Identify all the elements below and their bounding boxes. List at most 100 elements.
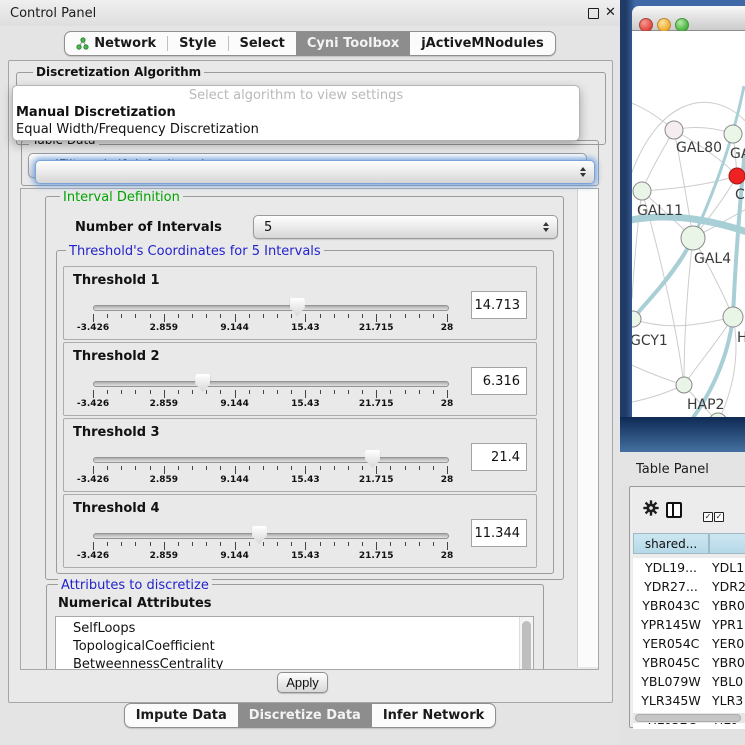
table-row[interactable]: YBR045CYBR0	[633, 653, 745, 672]
network-edge[interactable]	[642, 176, 737, 191]
slider-tick	[178, 390, 179, 394]
table-row[interactable]: YPR145WYPR1	[633, 615, 745, 634]
network-node-red-node[interactable]	[729, 168, 745, 184]
threshold-2-slider-track[interactable]	[93, 381, 449, 387]
network-node-label: GA	[730, 146, 745, 162]
slider-tick	[334, 542, 335, 546]
slider-tick	[263, 390, 264, 394]
select-columns-icons[interactable]: ✓✓	[703, 504, 725, 523]
network-node-GA-partial[interactable]	[724, 125, 742, 143]
interval-definition-title: Interval Definition	[60, 190, 183, 205]
control-panel-titlebar: Control Panel ✕	[0, 0, 620, 26]
scrollbar-thumb[interactable]	[635, 714, 741, 722]
slider-tick	[433, 390, 434, 394]
table-row[interactable]: YLR345WYLR3	[633, 691, 745, 710]
network-node-GAL4[interactable]	[681, 226, 705, 250]
slider-tick	[320, 390, 321, 394]
slider-tick	[291, 390, 292, 394]
network-node-bottom-node[interactable]	[709, 413, 727, 417]
cell-name: YDL1	[712, 558, 745, 577]
network-node-label: C	[735, 187, 745, 203]
list-scrollbar[interactable]	[519, 617, 533, 670]
control-panel: Control Panel ✕ Network Style Select Cyn…	[0, 0, 620, 745]
algorithm-combobox[interactable]	[35, 160, 595, 184]
network-node-GAL80[interactable]	[665, 121, 683, 139]
slider-tick	[164, 390, 165, 398]
column-header-shared-name[interactable]: shared...	[633, 533, 709, 554]
threshold-4-value-field[interactable]: 11.344	[471, 519, 527, 547]
tab-style[interactable]: Style	[168, 32, 227, 55]
slider-ticks	[93, 390, 448, 399]
settings-scrollbar[interactable]	[577, 189, 599, 667]
threshold-3-value-field[interactable]: 21.4	[471, 443, 527, 471]
table-row[interactable]: YBR043CYBR0	[633, 596, 745, 615]
network-canvas[interactable]: GAL80GACGAL11GAL4GCY1HHAP2	[632, 31, 745, 417]
network-node-label: GAL4	[694, 251, 731, 267]
slider-tick	[93, 314, 94, 322]
dropdown-option-manual-discretization[interactable]: Manual Discretization	[13, 105, 579, 122]
threshold-1-slider-track[interactable]	[93, 305, 449, 311]
number-of-intervals-combobox[interactable]: 5	[253, 215, 558, 239]
table-row[interactable]: YBL079WYBL0	[633, 672, 745, 691]
tab-jactivemnodules[interactable]: jActiveMNodules	[410, 32, 555, 55]
slider-tick	[277, 390, 278, 394]
slider-tick	[305, 314, 306, 322]
dropdown-option-equal-width-frequency[interactable]: Equal Width/Frequency Discretization	[13, 122, 579, 139]
apply-button[interactable]: Apply	[277, 672, 328, 693]
slider-tick	[220, 314, 221, 318]
threshold-2-value-field[interactable]: 6.316	[471, 367, 527, 395]
threshold-3-slider-track[interactable]	[93, 457, 449, 463]
slider-tick	[206, 314, 207, 318]
tab-network[interactable]: Network	[65, 32, 167, 55]
network-node-GAL11[interactable]	[633, 182, 651, 200]
show-columns-icon[interactable]	[666, 502, 682, 518]
threshold-2-label: Threshold 2	[73, 349, 160, 364]
slider-tick	[334, 314, 335, 318]
threshold-1-value-field[interactable]: 14.713	[471, 291, 527, 319]
list-item[interactable]: SelfLoops	[56, 617, 533, 638]
tab-select[interactable]: Select	[229, 32, 296, 55]
close-traffic-light-icon[interactable]	[639, 18, 653, 32]
threshold-4-slider-track[interactable]	[93, 533, 449, 539]
cell-shared-name: YBR045C	[633, 653, 709, 672]
slider-ticks	[93, 466, 448, 475]
gear-icon[interactable]	[642, 499, 660, 517]
tab-infer-network[interactable]: Infer Network	[372, 704, 495, 727]
table-row[interactable]: YDR27...YDR2	[633, 577, 745, 596]
network-edge[interactable]	[684, 238, 693, 385]
tab-cyni-toolbox[interactable]: Cyni Toolbox	[296, 32, 410, 55]
slider-tick-label: 28	[417, 551, 477, 561]
table-row[interactable]: YER054CYER0	[633, 634, 745, 653]
float-window-icon[interactable]	[588, 8, 599, 19]
tab-discretize-data[interactable]: Discretize Data	[238, 704, 372, 727]
slider-tick	[305, 542, 306, 550]
slider-tick	[93, 390, 94, 398]
close-icon[interactable]: ✕	[605, 5, 616, 20]
slider-tick	[121, 314, 122, 318]
table-horizontal-scrollbar[interactable]	[633, 713, 745, 723]
list-item[interactable]: TopologicalCoefficient	[56, 638, 533, 656]
slider-tick	[419, 466, 420, 470]
list-item[interactable]: BetweennessCentrality	[56, 656, 533, 670]
attributes-group-title: Attributes to discretize	[58, 578, 212, 593]
threshold-3-box: Threshold 3 -3.4262.8599.14415.4321.7152…	[63, 418, 537, 492]
network-edge[interactable]	[633, 317, 733, 326]
network-node-H-partial[interactable]	[723, 307, 743, 327]
network-edge[interactable]	[693, 238, 733, 317]
slider-tick	[419, 542, 420, 546]
column-header-name[interactable]: n	[709, 533, 745, 554]
top-tab-bar: Network Style Select Cyni Toolbox jActiv…	[0, 31, 620, 56]
minimize-traffic-light-icon[interactable]	[657, 18, 671, 32]
bottom-tab-bar: Impute Data Discretize Data Infer Networ…	[0, 703, 620, 728]
cell-shared-name: YER054C	[633, 634, 709, 653]
slider-tick	[178, 542, 179, 546]
network-edge-highlighted[interactable]	[633, 238, 693, 319]
table-row[interactable]: YDL19...YDL1	[633, 558, 745, 577]
zoom-traffic-light-icon[interactable]	[675, 18, 689, 32]
slider-tick	[192, 542, 193, 546]
tab-impute-data[interactable]: Impute Data	[125, 704, 238, 727]
network-node-HAP2[interactable]	[676, 377, 692, 393]
network-edge[interactable]	[642, 130, 674, 191]
checkbox-icon: ✓	[714, 512, 724, 522]
slider-tick-label: 2.859	[134, 399, 194, 409]
